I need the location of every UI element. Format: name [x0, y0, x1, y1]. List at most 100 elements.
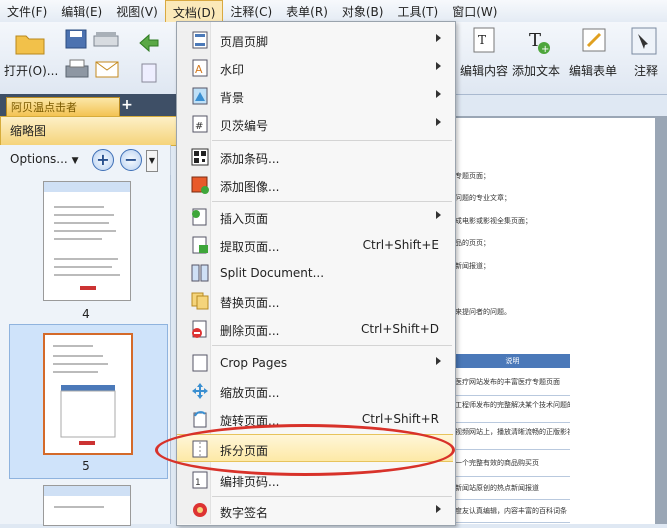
menu-item-watermark[interactable]: A 水印 — [177, 54, 453, 82]
document-table: 说明 医疗网站发布的丰富医疗专题页面 工程师发布的完整解决某个技术问题的专业 视… — [455, 354, 655, 524]
submenu-arrow-icon — [436, 90, 441, 98]
barcode-icon — [191, 148, 209, 166]
menu-item-add-image[interactable]: 添加图像... — [177, 171, 453, 199]
doc-text-line: 专题页面； — [455, 172, 490, 180]
add-text-icon[interactable]: T + — [524, 26, 552, 56]
menu-tools[interactable]: 工具(T) — [390, 0, 445, 22]
annotate-button[interactable]: 注释 — [634, 62, 658, 79]
add-image-icon — [191, 176, 209, 194]
menu-item-split-document[interactable]: Split Document... — [177, 259, 453, 287]
menu-item-header-footer[interactable]: 页眉页脚 — [177, 26, 453, 54]
options-button[interactable]: Options... ▼ — [10, 152, 79, 166]
page-thumbnail-image — [44, 486, 130, 508]
menu-item-insert-page[interactable]: 插入页面 — [177, 203, 453, 231]
menu-item-background[interactable]: 背景 — [177, 82, 453, 110]
forward-page-icon[interactable] — [138, 62, 160, 84]
menu-item-label: 背景 — [220, 91, 245, 105]
menu-object[interactable]: 对象(B) — [335, 0, 391, 22]
email-icon[interactable] — [94, 58, 120, 80]
crop-pages-icon — [192, 354, 208, 372]
replace-page-icon — [191, 292, 209, 310]
annotate-icon[interactable] — [630, 26, 658, 56]
rotate-page-icon — [193, 411, 207, 428]
scanner-icon[interactable] — [92, 28, 122, 50]
bates-number-icon: # — [192, 115, 208, 133]
add-text-button[interactable]: 添加文本 — [512, 62, 560, 79]
menu-item-replace-page[interactable]: 替换页面... — [177, 287, 453, 315]
back-arrow-icon[interactable] — [138, 32, 160, 54]
menu-item-shortcut: Ctrl+Shift+R — [361, 412, 439, 426]
panel-dropdown-icon[interactable]: ▼ — [146, 150, 158, 172]
thumbnail-page-4[interactable] — [43, 181, 131, 301]
options-label: Options... — [10, 152, 68, 166]
doc-text-line: 问题的专业文章； — [455, 194, 511, 202]
edit-form-icon[interactable] — [580, 26, 608, 56]
menu-comment[interactable]: 注释(C) — [223, 0, 279, 22]
table-row: 视频网站上，播放清晰流畅的正版影视全集 — [455, 423, 570, 450]
doc-text-line: 新闻报道； — [455, 262, 490, 270]
menu-item-shortcut: Ctrl+Shift+D — [361, 322, 439, 336]
menu-window[interactable]: 窗口(W) — [445, 0, 504, 22]
submenu-arrow-icon — [436, 62, 441, 70]
extract-page-icon — [192, 236, 208, 254]
menu-document[interactable]: 文档(D) — [164, 0, 224, 22]
menu-item-label: Crop Pages — [220, 356, 288, 370]
submenu-arrow-icon — [436, 357, 441, 365]
menu-item-digital-signature[interactable]: 数字签名 — [177, 497, 453, 525]
menu-separator — [212, 345, 452, 346]
open-button[interactable]: 打开(O)... — [4, 62, 58, 79]
thumbnail-label: 5 — [82, 459, 90, 473]
doc-text-line: 成电影或影视全集页面； — [455, 217, 532, 225]
page-thumbnail-image — [53, 345, 116, 445]
new-tab-icon[interactable]: + — [120, 98, 134, 112]
doc-text-line: 来提问者的问题。 — [455, 308, 511, 316]
menu-item-label: 贝茨编号 — [220, 119, 269, 133]
edit-content-button[interactable]: 编辑内容 — [460, 62, 508, 79]
svg-text:#: # — [195, 121, 203, 132]
edit-form-button[interactable]: 编辑表单 — [569, 62, 617, 79]
digital-signature-icon — [193, 503, 207, 517]
table-row: 新闻站原创的热点新闻报道 — [455, 477, 570, 500]
open-folder-icon[interactable] — [14, 30, 46, 56]
save-icon[interactable] — [64, 28, 90, 50]
thumbnail-label: 4 — [82, 307, 90, 321]
menu-item-add-barcode[interactable]: 添加条码... — [177, 143, 453, 171]
menu-file[interactable]: 文件(F) — [0, 0, 54, 22]
svg-text:A: A — [195, 63, 203, 76]
doc-text-line: 品的页页； — [455, 239, 490, 247]
svg-text:1: 1 — [195, 478, 201, 488]
table-row: 度友认真编辑，内容丰富的百科词条 — [455, 500, 570, 523]
menu-item-crop-pages[interactable]: Crop Pages — [177, 349, 453, 377]
thumbnail-panel-title: 缩略图 — [0, 116, 183, 146]
zoom-out-icon[interactable]: − — [120, 149, 142, 171]
resize-page-icon — [192, 383, 208, 399]
menu-edit[interactable]: 编辑(E) — [54, 0, 109, 22]
menu-form[interactable]: 表单(R) — [279, 0, 335, 22]
document-tab[interactable]: 阿贝温点击者 — [6, 97, 120, 117]
print-icon[interactable] — [64, 58, 90, 80]
menu-item-bates-number[interactable]: # 贝茨编号 — [177, 110, 453, 138]
page-thumbnail-image — [44, 182, 130, 290]
submenu-arrow-icon — [436, 118, 441, 126]
svg-text:T: T — [478, 33, 486, 47]
menu-item-extract-page[interactable]: 提取页面... Ctrl+Shift+E — [177, 231, 453, 259]
svg-text:+: + — [541, 44, 549, 55]
menu-separator — [212, 201, 452, 202]
menu-view[interactable]: 视图(V) — [109, 0, 165, 22]
table-header: 说明 — [455, 354, 570, 368]
watermark-icon: A — [192, 59, 208, 77]
thumbnail-page-5[interactable] — [43, 333, 133, 455]
submenu-arrow-icon — [436, 211, 441, 219]
menu-item-resize-page[interactable]: 缩放页面... — [177, 377, 453, 405]
table-row: 一个完整有效的商品购买页 — [455, 450, 570, 477]
thumbnail-page-6[interactable] — [43, 485, 131, 526]
edit-content-icon[interactable]: T — [470, 26, 498, 56]
menu-item-label: 页眉页脚 — [220, 35, 269, 49]
menu-item-delete-page[interactable]: 删除页面... Ctrl+Shift+D — [177, 315, 453, 343]
menu-item-label: 编排页码... — [220, 475, 280, 489]
chevron-down-icon: ▼ — [71, 156, 79, 166]
zoom-in-icon[interactable]: + — [92, 149, 114, 171]
delete-page-icon — [192, 320, 207, 338]
menu-separator — [212, 140, 452, 141]
menu-item-label: 添加条码... — [220, 152, 280, 166]
